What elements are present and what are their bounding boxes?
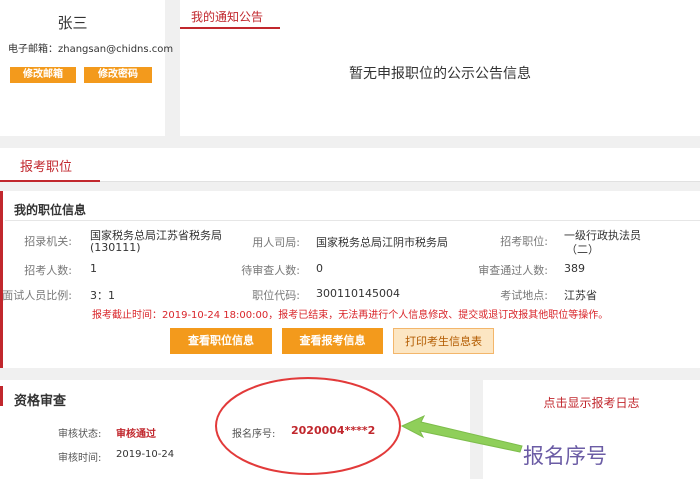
recruiting-org-line2: (130111) xyxy=(90,241,141,254)
review-status-label: 审核状态: xyxy=(58,429,102,440)
review-time-value: 2019-10-24 xyxy=(116,449,175,460)
edit-password-button[interactable]: 修改密码 xyxy=(84,67,152,83)
tab-notices[interactable]: 我的通知公告 xyxy=(191,8,263,25)
interview-ratio-value: 3：1 xyxy=(90,289,115,302)
email-line: 电子邮箱：zhangsan@chidns.com xyxy=(8,40,173,55)
registration-number-label: 报名序号: xyxy=(232,429,276,440)
recruiting-org-label: 招录机关: xyxy=(24,235,72,248)
deadline-notice: 报考截止时间：2019-10-24 18:00:00，报考已结束，无法再进行个人… xyxy=(92,310,609,321)
passed-review-value: 389 xyxy=(564,262,585,275)
position-code-label: 职位代码: xyxy=(252,289,300,302)
review-status-value: 审核通过 xyxy=(116,429,156,440)
email-label: 电子邮箱： xyxy=(8,44,58,55)
print-candidate-form-button[interactable]: 打印考生信息表 xyxy=(393,328,494,354)
passed-review-label: 审查通过人数: xyxy=(478,264,548,277)
job-title-label: 招考职位: xyxy=(500,235,548,248)
notice-tab-underline xyxy=(180,27,280,29)
pending-review-label: 待审查人数: xyxy=(241,264,300,277)
hiring-unit-label: 用人司局: xyxy=(252,236,300,249)
review-time-label: 审核时间: xyxy=(58,453,102,464)
position-code-value: 300110145004 xyxy=(316,287,400,300)
hiring-unit-value: 国家税务总局江阴市税务局 xyxy=(316,236,448,249)
job-title-line2: （二） xyxy=(566,243,599,256)
annotation-label: 报名序号 xyxy=(523,444,607,468)
email-value: zhangsan@chidns.com xyxy=(58,44,174,55)
exam-site-value: 江苏省 xyxy=(564,289,597,302)
qualification-title: 资格审查 xyxy=(14,394,67,409)
view-registration-button[interactable]: 查看报考信息 xyxy=(282,328,383,354)
recruit-count-value: 1 xyxy=(90,262,97,275)
edit-email-button[interactable]: 修改邮箱 xyxy=(10,67,76,83)
position-info-title: 我的职位信息 xyxy=(14,203,87,217)
exam-site-label: 考试地点: xyxy=(500,289,548,302)
recruit-count-label: 招考人数: xyxy=(24,264,72,277)
interview-ratio-label: 面试人员比例: xyxy=(2,289,72,302)
notice-empty-message: 暂无申报职位的公示公告信息 xyxy=(349,66,531,82)
tab-underline xyxy=(0,180,100,182)
show-log-link[interactable]: 点击显示报考日志 xyxy=(483,394,700,411)
qualification-accent-bar xyxy=(0,386,3,406)
position-card-accent-bar xyxy=(0,191,3,368)
tab-applied-position[interactable]: 报考职位 xyxy=(20,156,72,175)
pending-review-value: 0 xyxy=(316,262,323,275)
registration-number-value: 2020004****2 xyxy=(291,424,376,437)
view-position-button[interactable]: 查看职位信息 xyxy=(170,328,272,354)
user-name: 张三 xyxy=(57,14,88,32)
position-title-divider xyxy=(5,220,700,221)
tab-strip xyxy=(0,148,700,182)
